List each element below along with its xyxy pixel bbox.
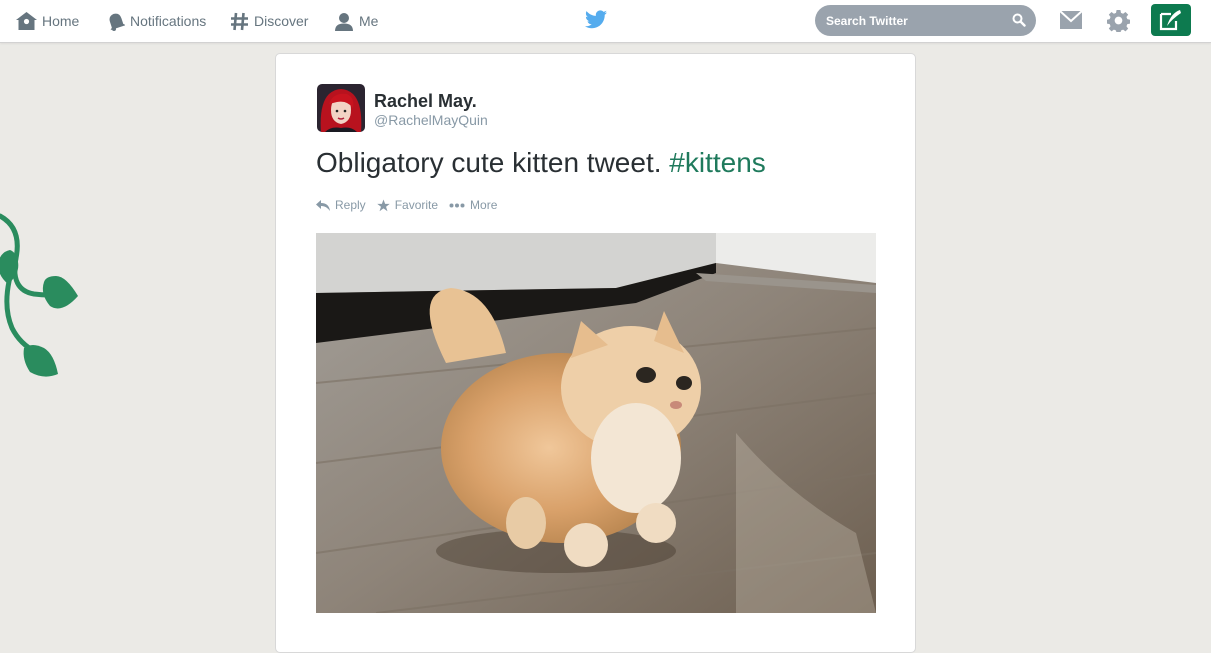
envelope-icon[interactable] [1060, 11, 1082, 29]
gear-icon[interactable] [1107, 9, 1130, 32]
reply-action[interactable]: Reply [316, 198, 366, 212]
nav-discover-label: Discover [254, 13, 309, 29]
search-input[interactable] [826, 13, 1006, 28]
nav-notifications[interactable]: Notifications [107, 0, 206, 42]
tweet-actions: Reply Favorite More [316, 197, 508, 213]
reply-label: Reply [335, 198, 366, 212]
tweet-text-body: Obligatory cute kitten tweet. [316, 147, 662, 178]
home-icon [16, 12, 37, 30]
avatar[interactable] [317, 84, 365, 132]
nav-discover[interactable]: Discover [230, 0, 308, 42]
top-navigation-bar: Home Notifications Discover Me [0, 0, 1211, 43]
nav-home-label: Home [42, 13, 80, 29]
hashtag-link[interactable]: #kittens [669, 147, 766, 178]
hashtag-icon [231, 12, 248, 30]
person-icon [335, 12, 353, 31]
author-handle[interactable]: @RachelMayQuin [374, 112, 488, 128]
compose-tweet-button[interactable] [1151, 4, 1191, 36]
vine-decoration [0, 213, 78, 377]
compose-icon [1159, 10, 1181, 31]
star-icon [376, 199, 390, 211]
favorite-action[interactable]: Favorite [376, 198, 439, 212]
nav-me[interactable]: Me [334, 0, 378, 42]
favorite-label: Favorite [394, 198, 439, 212]
nav-me-label: Me [359, 13, 379, 29]
avatar-image [317, 84, 365, 132]
kitten-image [316, 233, 876, 613]
author-name[interactable]: Rachel May. [374, 91, 477, 112]
search-icon[interactable] [1012, 13, 1026, 27]
tweet-media-kitten[interactable] [316, 233, 876, 613]
nav-notifications-label: Notifications [130, 13, 207, 29]
tweet-card: Rachel May. @RachelMayQuin Obligatory cu… [275, 53, 916, 653]
reply-icon [316, 199, 330, 211]
twitter-bird-icon[interactable] [585, 10, 607, 29]
more-icon [449, 203, 465, 207]
more-action[interactable]: More [449, 198, 497, 212]
bell-icon [109, 13, 125, 31]
tweet-text: Obligatory cute kitten tweet. #kittens [316, 147, 766, 179]
search-box[interactable] [815, 5, 1036, 36]
nav-home[interactable]: Home [16, 0, 79, 42]
more-label: More [470, 198, 498, 212]
